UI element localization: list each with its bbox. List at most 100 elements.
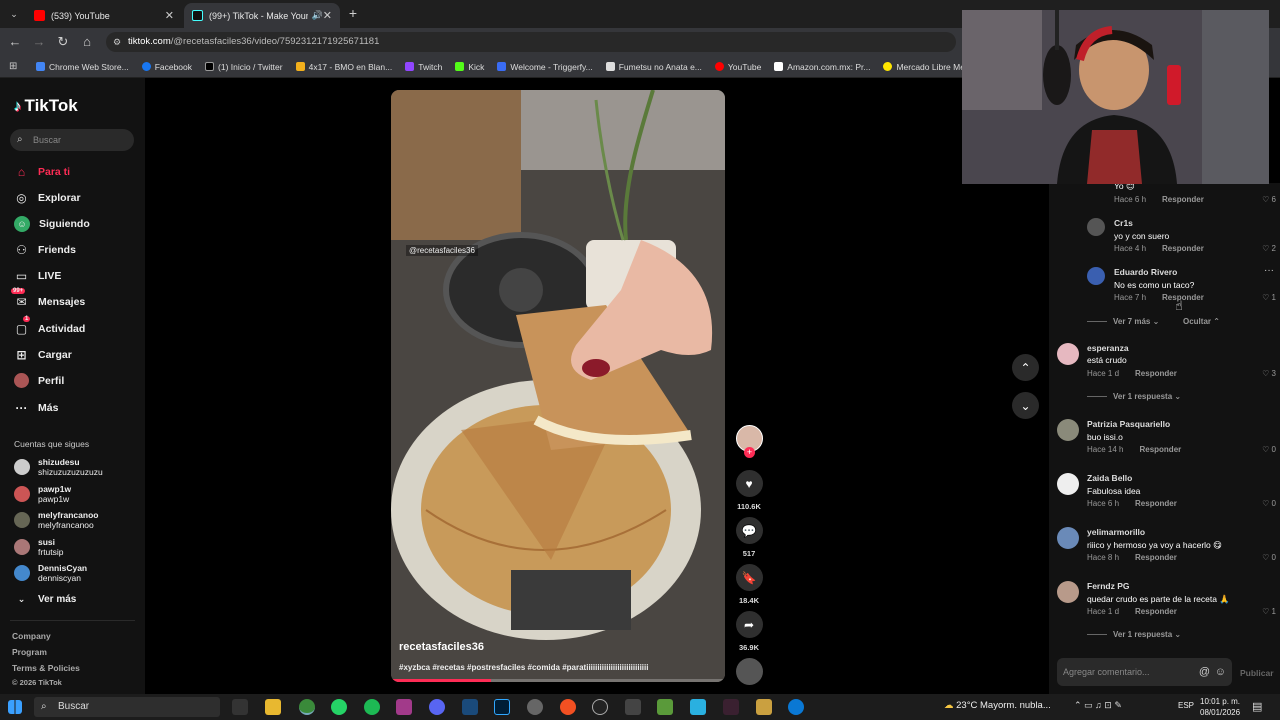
search-input[interactable]: ⌕ Buscar xyxy=(10,129,134,151)
steam-icon[interactable] xyxy=(527,699,543,715)
previous-video-button[interactable]: ⌃ xyxy=(1012,354,1039,381)
comment-like[interactable]: ♡ 3 xyxy=(1262,369,1276,378)
nav-cargar[interactable]: ⊞ Cargar xyxy=(14,347,71,362)
reply-button[interactable]: Responder xyxy=(1162,244,1204,253)
taskbar-search[interactable]: ⌕ Buscar xyxy=(34,697,220,717)
clock[interactable]: 10:01 p. m. 08/01/2026 xyxy=(1200,696,1240,718)
nav-friends[interactable]: ⚇ Friends xyxy=(14,242,76,257)
app-icon[interactable] xyxy=(723,699,739,715)
tab-search-icon[interactable]: ⌄ xyxy=(6,6,22,22)
site-info-icon[interactable]: ⚙ xyxy=(113,32,121,52)
nav-explorar[interactable]: ◎ Explorar xyxy=(14,190,80,205)
sound-disc[interactable] xyxy=(735,658,763,685)
comment-user[interactable]: Eduardo Rivero xyxy=(1114,267,1177,277)
new-tab-button[interactable]: + xyxy=(345,5,361,21)
comment-like[interactable]: ♡ 1 xyxy=(1262,293,1276,302)
notifications-icon[interactable]: ▤ xyxy=(1252,700,1262,713)
comment-user[interactable]: Patrizia Pasquariello xyxy=(1087,419,1170,429)
video-progress-bar[interactable] xyxy=(391,679,725,682)
following-account[interactable]: susi frtutsip xyxy=(14,537,64,557)
video-caption[interactable]: #xyzbca #recetas #postresfaciles #comida… xyxy=(399,663,648,672)
share-button[interactable]: ➦ 36.9K xyxy=(735,611,763,652)
nav-para-ti[interactable]: ⌂ Para ti xyxy=(14,164,70,179)
see-more-accounts[interactable]: ⌄ Ver más xyxy=(14,592,77,607)
edge-icon[interactable] xyxy=(788,699,804,715)
bookmark-item[interactable]: Facebook xyxy=(141,62,192,72)
footer-company[interactable]: Company xyxy=(12,631,51,641)
app-icon[interactable] xyxy=(690,699,706,715)
nav-mas[interactable]: ··· Más xyxy=(14,400,59,415)
video-player[interactable]: @recetasfaciles36 recetasfaciles36 #xyzb… xyxy=(391,90,725,682)
language-indicator[interactable]: ESP xyxy=(1178,701,1194,710)
tab-tiktok[interactable]: (99+) TikTok - Make Your Da 🔊 ✕ xyxy=(184,3,340,28)
obs-icon[interactable] xyxy=(592,699,608,715)
bookmark-item[interactable]: YouTube xyxy=(714,62,761,72)
tiktok-logo[interactable]: ♪ TikTok xyxy=(14,96,78,116)
comment-like[interactable]: ♡ 6 xyxy=(1262,195,1276,204)
home-icon[interactable]: ⌂ xyxy=(79,34,95,50)
reply-button[interactable]: Responder xyxy=(1139,445,1181,454)
windows-start-icon[interactable] xyxy=(8,700,22,714)
following-account[interactable]: melyfrancanoo melyfrancanoo xyxy=(14,510,98,530)
footer-terms[interactable]: Terms & Policies xyxy=(12,663,80,673)
url-bar[interactable]: ⚙ tiktok.com/@recetasfaciles36/video/759… xyxy=(106,32,956,52)
bookmark-item[interactable]: (1) Inicio / Twitter xyxy=(205,62,283,72)
reply-button[interactable]: Responder xyxy=(1135,499,1177,508)
creator-avatar[interactable]: + xyxy=(735,425,763,458)
app-icon[interactable] xyxy=(625,699,641,715)
reply-button[interactable]: Responder xyxy=(1162,195,1204,204)
speaker-icon[interactable]: 🔊 xyxy=(312,10,323,21)
file-explorer-icon[interactable] xyxy=(265,699,281,715)
bookmark-item[interactable]: Amazon.com.mx: Pr... xyxy=(774,62,870,72)
close-icon[interactable]: ✕ xyxy=(165,9,174,22)
photoshop-icon[interactable] xyxy=(494,699,510,715)
mention-icon[interactable]: @ xyxy=(1199,658,1210,686)
back-icon[interactable]: ← xyxy=(7,34,23,50)
comment-user[interactable]: esperanza xyxy=(1087,343,1129,353)
tab-youtube[interactable]: (539) YouTube ✕ xyxy=(26,3,182,28)
nav-perfil[interactable]: Perfil xyxy=(14,373,64,388)
bookmark-item[interactable]: Welcome - Triggerfy... xyxy=(497,62,593,72)
discord-icon[interactable] xyxy=(429,699,445,715)
like-button[interactable]: ♥ 110.6K xyxy=(735,470,763,511)
reply-button[interactable]: Responder xyxy=(1135,369,1177,378)
more-options-icon[interactable]: ··· xyxy=(1264,265,1274,276)
comment-user[interactable]: Zaida Bello xyxy=(1087,473,1132,483)
footer-program[interactable]: Program xyxy=(12,647,47,657)
publish-button[interactable]: Publicar xyxy=(1240,668,1274,678)
app-icon[interactable] xyxy=(756,699,772,715)
minecraft-icon[interactable] xyxy=(657,699,673,715)
tray-icons[interactable]: ⌃ ▭ ♫ ⊡ ✎ xyxy=(1074,700,1122,711)
vegas-icon[interactable] xyxy=(462,699,478,715)
see-more-replies[interactable]: Ver 7 más ⌄ xyxy=(1087,317,1159,326)
bookmark-item[interactable]: Twitch xyxy=(405,62,442,72)
following-account[interactable]: DennisCyan denniscyan xyxy=(14,563,87,583)
reply-button[interactable]: Responder xyxy=(1135,553,1177,562)
next-video-button[interactable]: ⌄ xyxy=(1012,392,1039,419)
reload-icon[interactable]: ↻ xyxy=(55,34,71,50)
nav-siguiendo[interactable]: ☺ Siguiendo xyxy=(14,216,90,232)
comment-user[interactable]: Ferndz PG xyxy=(1087,581,1130,591)
reply-button[interactable]: Responder xyxy=(1135,607,1177,616)
comment-like[interactable]: ♡ 0 xyxy=(1262,499,1276,508)
app-icon[interactable] xyxy=(396,699,412,715)
see-one-reply[interactable]: Ver 1 respuesta ⌄ xyxy=(1087,630,1181,639)
see-one-reply[interactable]: Ver 1 respuesta ⌄ xyxy=(1087,392,1181,401)
apps-grid-icon[interactable]: ⊞ xyxy=(9,61,17,72)
bookmark-item[interactable]: Fumetsu no Anata e... xyxy=(605,62,702,72)
bookmark-item[interactable]: Chrome Web Store... xyxy=(36,62,129,72)
emoji-icon[interactable]: ☺ xyxy=(1215,658,1226,686)
task-view-icon[interactable] xyxy=(232,699,248,715)
comment-like[interactable]: ♡ 1 xyxy=(1262,607,1276,616)
weather-widget[interactable]: ☁ 23°C Mayorm. nubla... xyxy=(944,700,1051,711)
app-icon[interactable] xyxy=(560,699,576,715)
nav-actividad[interactable]: ▢ 1 Actividad xyxy=(14,316,85,336)
spotify-icon[interactable] xyxy=(364,699,380,715)
bookmark-item[interactable]: Kick xyxy=(455,62,484,72)
nav-mensajes[interactable]: ✉ 99+ Mensajes xyxy=(11,288,85,309)
forward-icon[interactable]: → xyxy=(31,34,47,50)
chrome-icon[interactable] xyxy=(299,699,315,715)
comment-input[interactable]: Agregar comentario... @ ☺ xyxy=(1057,658,1232,686)
whatsapp-icon[interactable] xyxy=(331,699,347,715)
close-icon[interactable]: ✕ xyxy=(323,9,332,22)
